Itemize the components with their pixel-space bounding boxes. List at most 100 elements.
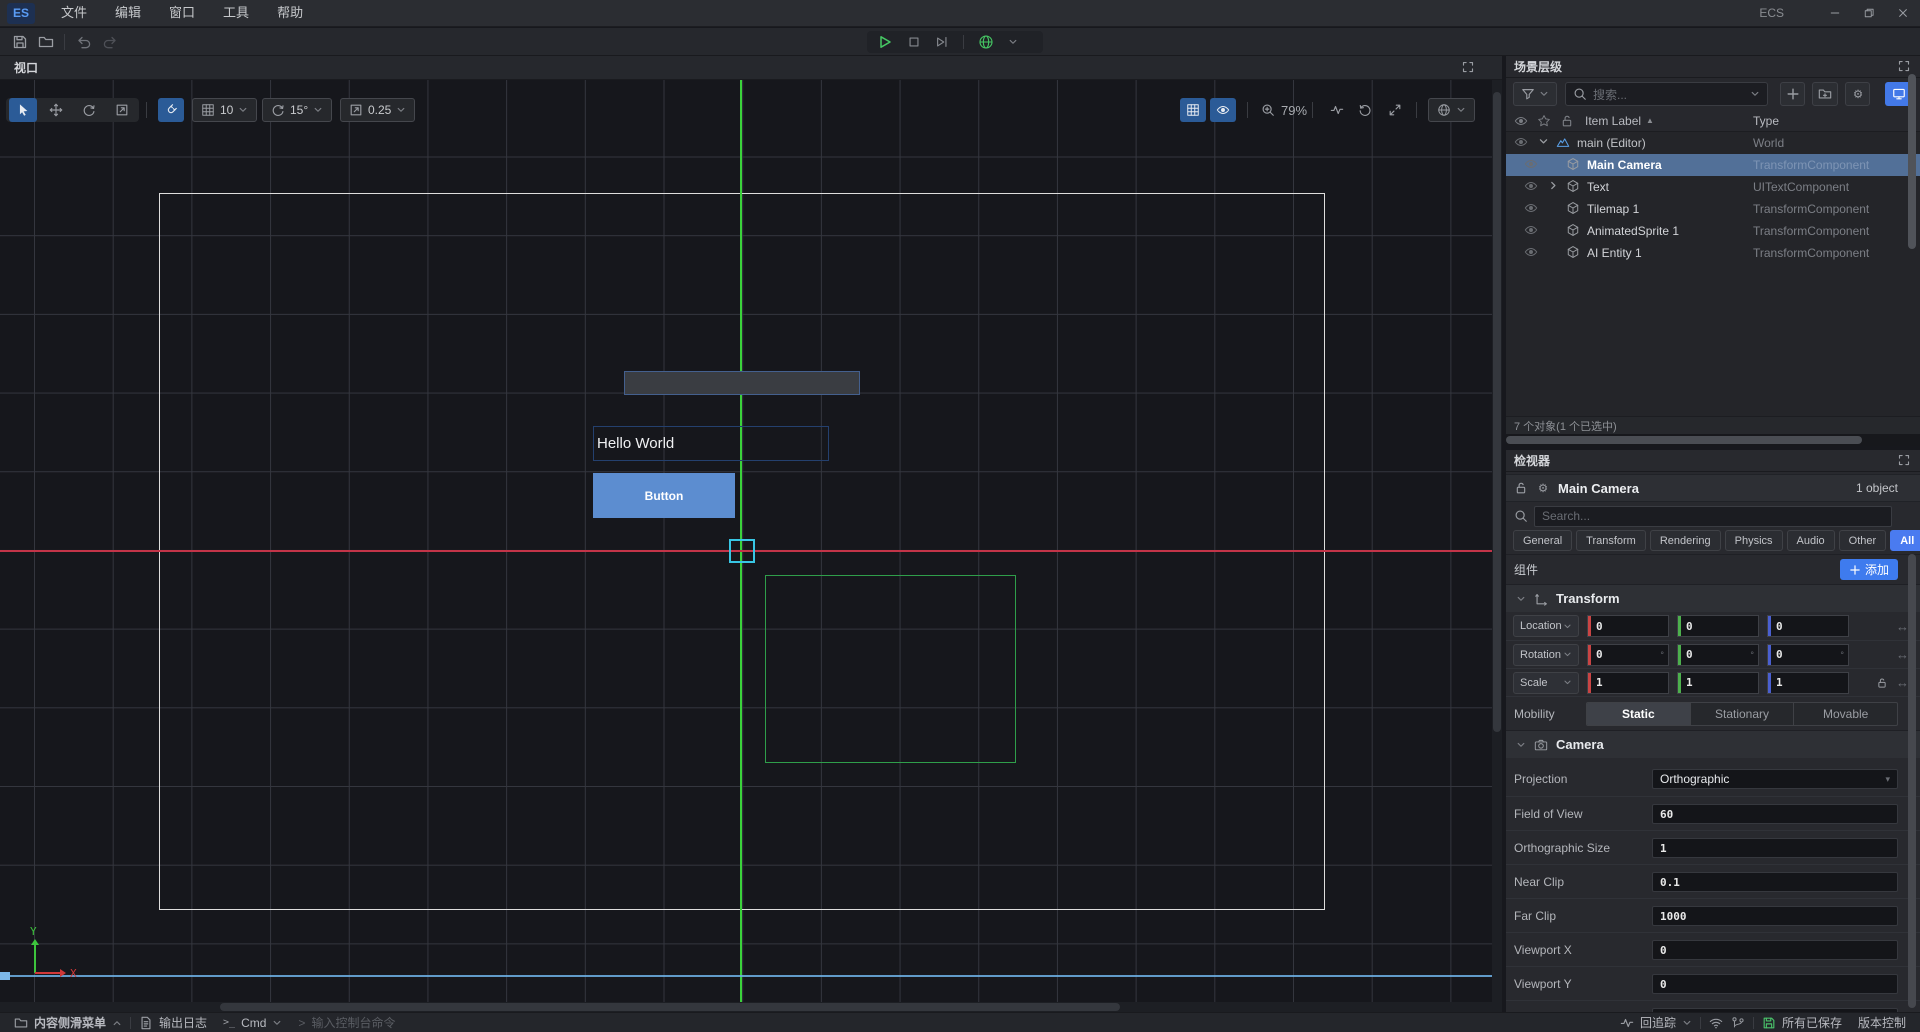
selected-entity-gizmo[interactable] bbox=[729, 539, 755, 563]
ui-button-element[interactable]: Button bbox=[593, 473, 735, 518]
grid-snap-dropdown[interactable]: 10 bbox=[192, 98, 257, 122]
transform-location-x-input[interactable]: 0 bbox=[1587, 615, 1669, 637]
open-folder-icon[interactable] bbox=[38, 34, 54, 50]
field-of-view-input[interactable]: 60 bbox=[1652, 804, 1898, 824]
rotate-tool-button[interactable] bbox=[75, 98, 103, 122]
gear-icon[interactable]: ⚙ bbox=[1536, 481, 1550, 495]
inspector-vertical-scrollbar[interactable] bbox=[1908, 554, 1916, 1008]
tab-other[interactable]: Other bbox=[1839, 530, 1887, 551]
transform-location-y-input[interactable]: 0 bbox=[1677, 615, 1759, 637]
scale-mode-dropdown[interactable]: Scale bbox=[1513, 672, 1579, 694]
lock-scale-icon[interactable] bbox=[1876, 677, 1888, 689]
orthographic-size-input[interactable]: 1 bbox=[1652, 838, 1898, 858]
projection-input[interactable]: Orthographic▾ bbox=[1652, 769, 1898, 789]
chevron-down-icon[interactable] bbox=[1008, 37, 1018, 47]
tab-all[interactable]: All bbox=[1890, 530, 1920, 551]
filter-button[interactable] bbox=[1513, 82, 1557, 106]
move-tool-button[interactable] bbox=[42, 98, 70, 122]
network-globe-icon[interactable] bbox=[978, 34, 994, 50]
grid-toggle-button[interactable] bbox=[1180, 98, 1206, 122]
mobility-static[interactable]: Static bbox=[1587, 703, 1690, 725]
lock-icon[interactable] bbox=[1514, 481, 1528, 495]
visibility-eye-icon[interactable] bbox=[1524, 179, 1538, 193]
chevron-down-icon[interactable] bbox=[1750, 89, 1760, 99]
undo-icon[interactable] bbox=[76, 34, 92, 50]
menubar-item[interactable]: 窗口 bbox=[155, 0, 209, 26]
near-clip-input[interactable]: 0.1 bbox=[1652, 872, 1898, 892]
stats-pulse-icon[interactable] bbox=[1330, 103, 1344, 117]
hierarchy-row[interactable]: main (Editor)World bbox=[1506, 132, 1920, 154]
type-column[interactable]: Type bbox=[1753, 114, 1779, 128]
hierarchy-empty-area[interactable] bbox=[1506, 264, 1920, 416]
save-status[interactable]: 所有已保存 bbox=[1754, 1014, 1850, 1031]
content-drawer-button[interactable]: 内容侧滑菜单 bbox=[6, 1013, 130, 1032]
source-branch-icon[interactable] bbox=[1731, 1016, 1753, 1030]
viewport-horizontal-scrollbar[interactable] bbox=[0, 1002, 1502, 1012]
expand-panel-icon[interactable] bbox=[1898, 60, 1910, 72]
mobility-stationary[interactable]: Stationary bbox=[1690, 703, 1794, 725]
chevron-down-icon[interactable] bbox=[1538, 136, 1549, 147]
hierarchy-row[interactable]: TextUITextComponent bbox=[1506, 176, 1920, 198]
ui-panel-bar[interactable] bbox=[624, 371, 860, 395]
fullscreen-icon[interactable] bbox=[1388, 103, 1402, 117]
visibility-eye-icon[interactable] bbox=[1524, 223, 1538, 237]
tab-physics[interactable]: Physics bbox=[1725, 530, 1783, 551]
menubar-item[interactable]: 工具 bbox=[209, 0, 263, 26]
visibility-eye-icon[interactable] bbox=[1524, 157, 1538, 171]
transform-section-header[interactable]: Transform bbox=[1506, 584, 1920, 612]
view-mode-dropdown[interactable] bbox=[1428, 98, 1475, 122]
step-button[interactable] bbox=[935, 35, 949, 49]
add-entity-button[interactable] bbox=[1780, 82, 1805, 106]
transform-rotation-z-input[interactable]: 0° bbox=[1767, 644, 1849, 666]
transform-rotation-y-input[interactable]: 0° bbox=[1677, 644, 1759, 666]
transform-location-z-input[interactable]: 0 bbox=[1767, 615, 1849, 637]
transform-scale-z-input[interactable]: 1 bbox=[1767, 672, 1849, 694]
location-mode-dropdown[interactable]: Location bbox=[1513, 615, 1579, 637]
hierarchy-row[interactable]: Main CameraTransformComponent bbox=[1506, 154, 1920, 176]
far-clip-input[interactable]: 1000 bbox=[1652, 906, 1898, 926]
expand-panel-icon[interactable] bbox=[1462, 61, 1474, 73]
tab-transform[interactable]: Transform bbox=[1576, 530, 1646, 551]
hierarchy-horizontal-scrollbar[interactable] bbox=[1506, 434, 1920, 446]
snap-magnet-button[interactable] bbox=[158, 98, 184, 122]
viewport-vertical-scrollbar[interactable] bbox=[1492, 80, 1502, 1002]
camera-section-header[interactable]: Camera bbox=[1506, 730, 1920, 758]
cmd-dropdown[interactable]: >_ Cmd bbox=[215, 1013, 290, 1032]
new-folder-button[interactable] bbox=[1812, 82, 1838, 106]
stop-button[interactable] bbox=[907, 35, 921, 49]
app-logo[interactable]: ES bbox=[7, 3, 35, 24]
console-command-input[interactable]: >输入控制台命令 bbox=[290, 1013, 403, 1032]
reset-view-icon[interactable] bbox=[1358, 103, 1372, 117]
mobility-movable[interactable]: Movable bbox=[1793, 703, 1897, 725]
hierarchy-search-input[interactable]: 搜索... bbox=[1565, 82, 1768, 106]
scale-tool-button[interactable] bbox=[108, 98, 136, 122]
visibility-column-icon[interactable] bbox=[1514, 114, 1528, 128]
viewport-x-input[interactable]: 0 bbox=[1652, 940, 1898, 960]
rotate-snap-dropdown[interactable]: 15° bbox=[262, 98, 332, 122]
tab-general[interactable]: General bbox=[1513, 530, 1572, 551]
network-status-icon[interactable] bbox=[1701, 1016, 1731, 1030]
ui-text-element[interactable]: Hello World bbox=[593, 426, 829, 461]
visibility-eye-icon[interactable] bbox=[1524, 245, 1538, 259]
tab-rendering[interactable]: Rendering bbox=[1650, 530, 1721, 551]
hierarchy-row[interactable]: AI Entity 1TransformComponent bbox=[1506, 242, 1920, 264]
visibility-eye-icon[interactable] bbox=[1524, 201, 1538, 215]
menubar-item[interactable]: 编辑 bbox=[101, 0, 155, 26]
menubar-item[interactable]: 帮助 bbox=[263, 0, 317, 26]
zoom-indicator[interactable]: 79% bbox=[1261, 98, 1307, 122]
play-button[interactable] bbox=[877, 34, 893, 50]
select-tool-button[interactable] bbox=[9, 98, 37, 122]
transform-scale-x-input[interactable]: 1 bbox=[1587, 672, 1669, 694]
lock-column-icon[interactable] bbox=[1560, 114, 1574, 128]
hierarchy-vertical-scrollbar[interactable] bbox=[1908, 74, 1916, 374]
close-button[interactable] bbox=[1886, 0, 1920, 26]
viewport-canvas[interactable]: Hello World Button Y X bbox=[0, 80, 1502, 1012]
trace-dropdown[interactable]: 回追踪 bbox=[1612, 1014, 1700, 1031]
hierarchy-row[interactable]: Tilemap 1TransformComponent bbox=[1506, 198, 1920, 220]
visibility-eye-icon[interactable] bbox=[1514, 135, 1528, 149]
redo-icon[interactable] bbox=[102, 34, 118, 50]
version-control-button[interactable]: 版本控制 bbox=[1850, 1014, 1914, 1031]
hierarchy-row[interactable]: AnimatedSprite 1TransformComponent bbox=[1506, 220, 1920, 242]
chevron-right-icon[interactable] bbox=[1548, 180, 1559, 191]
visibility-toggle-button[interactable] bbox=[1210, 98, 1236, 122]
